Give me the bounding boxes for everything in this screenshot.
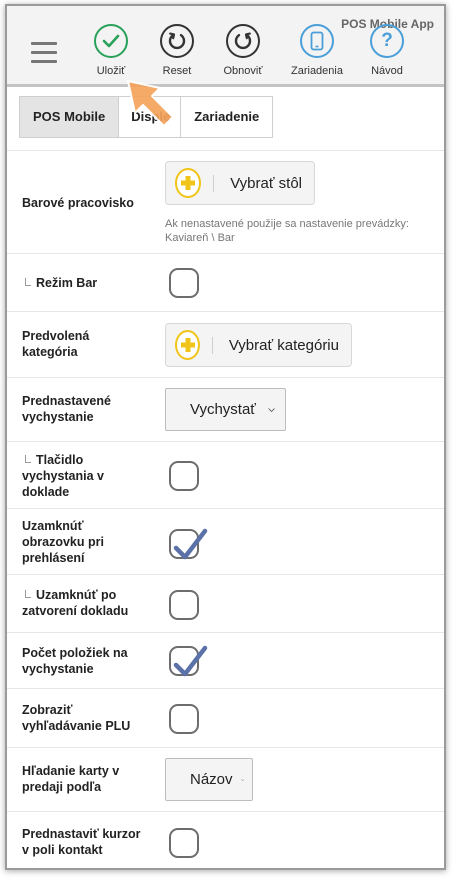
- settings-row-preset-dispatch: Prednastavené vychystanie Vychystať: [7, 378, 444, 442]
- select-table-label: Vybrať stôl: [230, 174, 302, 192]
- settings-row-lock-login: Uzamknúť obrazovku pri prehlásení: [7, 509, 444, 575]
- item-count-label: Počet položiek na vychystanie: [22, 646, 128, 676]
- card-search-select[interactable]: Názov: [165, 758, 253, 801]
- settings-row-lock-close: Uzamknúť po zatvorení dokladu: [7, 575, 444, 633]
- cursor-contact-checkbox[interactable]: [169, 828, 199, 858]
- default-category-label: Predvolená kategória: [22, 329, 90, 359]
- sub-setting-mark: [25, 278, 31, 286]
- tab-pos-mobile[interactable]: POS Mobile: [19, 96, 120, 138]
- menu-icon[interactable]: [31, 42, 57, 63]
- plu-search-checkbox[interactable]: [169, 704, 199, 734]
- plus-icon: [175, 168, 202, 198]
- refresh-button[interactable]: Obnoviť: [211, 24, 275, 77]
- device-icon: [300, 24, 334, 58]
- card-search-value: Názov: [190, 771, 233, 788]
- settings-row-default-category: Predvolená kategória Vybrať kategóriu: [7, 312, 444, 378]
- devices-button[interactable]: Zariadenia: [285, 24, 349, 77]
- item-count-checkbox[interactable]: [169, 645, 208, 677]
- preset-dispatch-value: Vychystať: [190, 401, 256, 418]
- cursor-contact-label: Prednastaviť kurzor v poli kontakt: [22, 827, 141, 857]
- help-label: Návod: [371, 65, 403, 77]
- settings-row-item-count: Počet položiek na vychystanie: [7, 633, 444, 689]
- chevron-down-icon: [240, 778, 244, 781]
- checkmark-icon: [173, 645, 208, 677]
- lock-login-label: Uzamknúť obrazovku pri prehlásení: [22, 519, 104, 565]
- pointer-arrow-icon: [127, 80, 174, 127]
- bar-mode-checkbox[interactable]: [169, 268, 199, 298]
- lock-close-label: Uzamknúť po zatvorení dokladu: [22, 588, 129, 618]
- save-button[interactable]: Uložiť: [79, 24, 143, 77]
- checkmark-icon: [173, 528, 208, 560]
- bar-workplace-label: Barové pracovisko: [22, 196, 134, 210]
- dispatch-button-label: Tlačidlo vychystania v doklade: [22, 453, 104, 499]
- toolbar: POS Mobile App Uložiť Reset Obnoviť Zari…: [7, 6, 444, 87]
- sub-setting-mark: [25, 455, 31, 463]
- settings-row-bar-workplace: Barové pracovisko Vybrať stôl Ak nenasta…: [7, 150, 444, 254]
- lock-close-checkbox[interactable]: [169, 590, 199, 620]
- settings-row-plu-search: Zobraziť vyhľadávanie PLU: [7, 689, 444, 748]
- settings-row-dispatch-button: Tlačidlo vychystania v doklade: [7, 442, 444, 509]
- preset-dispatch-label: Prednastavené vychystanie: [22, 394, 111, 424]
- devices-label: Zariadenia: [291, 65, 343, 77]
- plu-search-label: Zobraziť vyhľadávanie PLU: [22, 703, 131, 733]
- bar-workplace-hint: Ak nenastavené použije sa nastavenie pre…: [165, 218, 409, 244]
- lock-login-checkbox[interactable]: [169, 528, 208, 560]
- reset-icon: [160, 24, 194, 58]
- preset-dispatch-select[interactable]: Vychystať: [165, 388, 286, 431]
- select-category-label: Vybrať kategóriu: [228, 336, 339, 354]
- help-button[interactable]: ? Návod: [355, 24, 419, 77]
- settings-row-bar-mode: Režim Bar: [7, 254, 444, 312]
- card-search-label: Hľadanie karty v predaji podľa: [22, 764, 120, 794]
- save-label: Uložiť: [96, 65, 126, 77]
- select-category-button[interactable]: Vybrať kategóriu: [165, 323, 352, 367]
- reset-button[interactable]: Reset: [145, 24, 209, 77]
- help-icon: ?: [370, 24, 404, 58]
- settings-row-card-search: Hľadanie karty v predaji podľa Názov: [7, 748, 444, 812]
- check-icon: [94, 24, 128, 58]
- chevron-down-icon: [268, 407, 275, 412]
- sub-setting-mark: [25, 590, 31, 598]
- refresh-icon: [226, 24, 260, 58]
- divider: [213, 174, 215, 192]
- dispatch-button-checkbox[interactable]: [169, 461, 199, 491]
- plus-icon: [175, 330, 201, 360]
- refresh-label: Obnoviť: [223, 65, 263, 77]
- bar-mode-label: Režim Bar: [22, 275, 152, 291]
- tab-device[interactable]: Zariadenie: [181, 96, 274, 138]
- settings-row-cursor-contact: Prednastaviť kurzor v poli kontakt: [7, 812, 444, 868]
- app-frame: POS Mobile App Uložiť Reset Obnoviť Zari…: [5, 4, 446, 870]
- reset-label: Reset: [162, 65, 192, 77]
- divider: [212, 336, 213, 354]
- select-table-button[interactable]: Vybrať stôl: [165, 161, 315, 205]
